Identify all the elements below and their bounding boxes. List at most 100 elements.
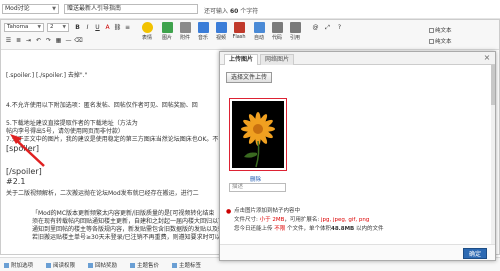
code-icon xyxy=(271,22,283,33)
plain-text-checkbox-2[interactable]: 纯文本 xyxy=(429,37,452,45)
info-text: 个文件，单个体积 xyxy=(285,226,332,232)
char-count-hint: 还可输入 60 个字符 xyxy=(204,6,258,15)
italic-button[interactable]: I xyxy=(83,23,92,32)
list-icon[interactable]: ≣ xyxy=(14,36,23,45)
bold-button[interactable]: B xyxy=(73,23,82,32)
font-select-value: Tahoma xyxy=(7,24,29,30)
music-button[interactable]: 音乐 xyxy=(195,22,211,41)
link-button[interactable]: ⛓ xyxy=(113,23,122,32)
dialog-header: 上传图片 网络图片 × xyxy=(220,52,495,65)
image-label: 图片 xyxy=(161,35,172,41)
uploaded-image-thumbnail[interactable] xyxy=(229,98,287,171)
help-icon[interactable]: ? xyxy=(335,23,344,32)
content-line: 关于二版视频解析，二次搬运抛在论坛Mod发布就已经存在搬运，进行二 xyxy=(6,190,199,197)
tab-network-image[interactable]: 网络图片 xyxy=(260,54,295,65)
option-extra[interactable]: 附加选项 xyxy=(4,261,33,269)
checkbox-box xyxy=(429,28,434,33)
at-icon[interactable]: @ xyxy=(311,23,320,32)
chevron-down-icon: ▼ xyxy=(52,6,56,12)
font-select[interactable]: Tahoma ▼ xyxy=(4,23,44,32)
info-text: 文件尺寸: xyxy=(234,217,260,223)
option-read-permission[interactable]: 阅读权限 xyxy=(46,261,75,269)
auto-icon xyxy=(253,22,265,33)
quote-label: 引用 xyxy=(289,35,300,41)
option-price[interactable]: 主题售价 xyxy=(130,261,159,269)
attachment-label: 附件 xyxy=(179,35,190,41)
image-button[interactable]: 图片 xyxy=(159,22,175,41)
undo-icon[interactable]: ↶ xyxy=(34,36,43,45)
tab-upload-image[interactable]: 上传图片 xyxy=(224,54,259,65)
allowed-extensions: jpg, jpeg, gif, png xyxy=(321,217,370,223)
upload-quota: 48.8MB xyxy=(331,226,355,232)
content-line: 「Mod的MC版本更新频繁太内容更新/旧版质量的是[可视频转化结束 xyxy=(32,210,215,217)
redo-icon[interactable]: ↷ xyxy=(44,36,53,45)
pin-icon: ● xyxy=(226,208,232,215)
forum-select-value: Mod讨论 xyxy=(5,5,30,12)
plus-icon xyxy=(88,263,93,268)
upload-count: 不限 xyxy=(274,226,286,232)
checkbox-box xyxy=(429,39,434,44)
chevron-down-icon: ▼ xyxy=(62,25,66,30)
code-button[interactable]: 代码 xyxy=(269,22,285,41)
option-reply-reward[interactable]: 回帖奖励 xyxy=(88,261,117,269)
plus-icon xyxy=(130,263,135,268)
char-hint-suffix: 个字符 xyxy=(240,8,259,15)
image-description-input[interactable]: 描述 xyxy=(229,183,286,192)
plus-icon xyxy=(46,263,51,268)
flash-icon xyxy=(233,22,245,33)
content-line: 4.不允许使用以下附加选项：匿名发帖、回帖仅作者可见、回帖奖励、回 xyxy=(6,102,198,109)
code-label: 代码 xyxy=(271,35,282,41)
auto-button[interactable]: 自动 xyxy=(251,22,267,41)
option-tags[interactable]: 主题标签 xyxy=(172,261,201,269)
quote-button[interactable]: 引用 xyxy=(287,22,303,41)
image-icon xyxy=(161,22,173,33)
smiley-icon xyxy=(141,22,153,33)
checkbox-label: 纯文本 xyxy=(435,39,452,45)
title-input[interactable]: 赠送最新人引导指南 xyxy=(64,4,198,14)
description-placeholder: 描述 xyxy=(232,184,244,190)
table-icon[interactable]: ▦ xyxy=(54,36,63,45)
info-text: 点击图片添加到帖子内容中 xyxy=(234,208,301,214)
emoji-button[interactable]: 表情 xyxy=(139,22,155,41)
video-button[interactable]: 视频 xyxy=(213,22,229,41)
font-color-button[interactable]: A xyxy=(103,23,112,32)
confirm-button[interactable]: 确定 xyxy=(462,248,487,259)
info-text: ，可用扩展名: xyxy=(284,217,321,223)
size-select[interactable]: 2 ▼ xyxy=(47,23,69,32)
attachment-icon xyxy=(179,22,191,33)
indent-icon[interactable]: ⇥ xyxy=(24,36,33,45)
clear-format-icon[interactable]: ⌫ xyxy=(74,36,83,45)
content-line: 5.下载地址建议直接提取作者的下载地址（方法为 xyxy=(6,120,138,127)
dialog-scrollbar-thumb[interactable] xyxy=(491,65,495,105)
content-line: [.spoiler.] [./spoiler.] 去掉"." xyxy=(6,72,88,79)
content-line: 通知到里回帖的楼主等各版规内容，新发贴需包含旧数据版的发贴以及转 xyxy=(32,226,224,233)
option-label: 附加选项 xyxy=(11,263,34,269)
underline-button[interactable]: U xyxy=(93,23,102,32)
editor-toolbar: Tahoma ▼ 2 ▼ B I U A ⛓ ≡ ☰ ≣ ⇥ ↶ ↷ ▦ — ⌫… xyxy=(1,20,499,50)
option-label: 阅读权限 xyxy=(53,263,76,269)
info-text: 以内的文件 xyxy=(354,226,384,232)
music-icon xyxy=(197,22,209,33)
music-label: 音乐 xyxy=(197,35,208,41)
align-left-icon[interactable]: ☰ xyxy=(4,36,13,45)
attachment-button[interactable]: 附件 xyxy=(177,22,193,41)
choose-file-upload-button[interactable]: 选择文件上传 xyxy=(226,72,273,83)
plain-text-checkbox[interactable]: 纯文本 xyxy=(429,26,452,34)
checkbox-label: 纯文本 xyxy=(435,28,452,34)
hr-icon[interactable]: — xyxy=(64,36,73,45)
char-count: 60 xyxy=(229,8,239,15)
chevron-down-icon: ▼ xyxy=(37,25,41,30)
image-upload-dialog: 上传图片 网络图片 × 选择文件上传 删除 描述 ● 点击图片添加到帖子内容中 … xyxy=(219,51,496,261)
align-button[interactable]: ≡ xyxy=(123,23,132,32)
delete-image-link[interactable]: 删除 xyxy=(250,175,261,183)
flash-label: Flash xyxy=(232,34,246,40)
close-icon[interactable]: × xyxy=(482,53,492,63)
flash-button[interactable]: Flash xyxy=(231,22,247,40)
option-label: 主题售价 xyxy=(137,263,160,269)
emoji-label: 表情 xyxy=(141,35,152,41)
fullscreen-icon[interactable]: ⤢ xyxy=(323,23,332,32)
forum-select[interactable]: Mod讨论 ▼ xyxy=(2,4,59,14)
quote-icon xyxy=(289,22,301,33)
char-hint-prefix: 还可输入 xyxy=(204,8,229,15)
post-title-bar: Mod讨论 ▼ 赠送最新人引导指南 还可输入 60 个字符 xyxy=(0,0,500,19)
